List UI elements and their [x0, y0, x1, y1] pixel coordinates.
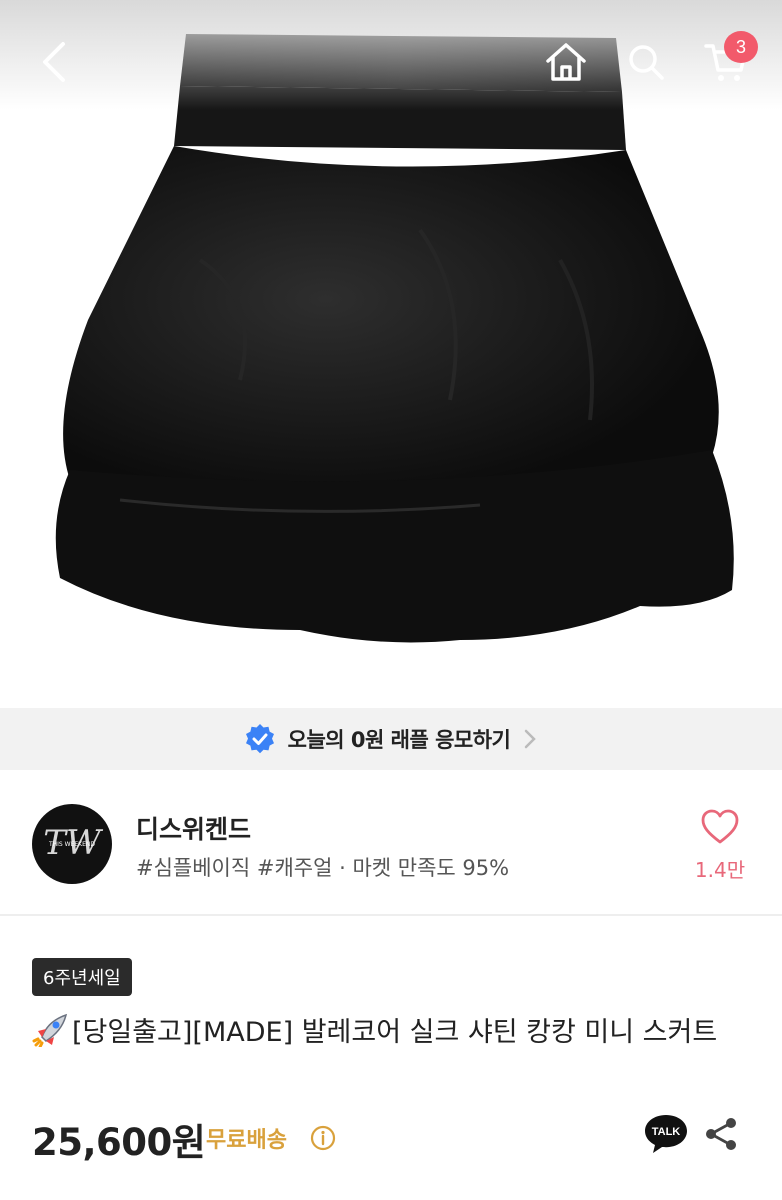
raffle-text: 오늘의 0원 래플 응모하기	[287, 728, 511, 752]
info-icon[interactable]	[310, 1125, 336, 1151]
store-name[interactable]: 디스위켄드	[136, 810, 251, 846]
product-title: [당일출고][MADE] 발레코어 실크 샤틴 캉캉 미니 스커트	[32, 1012, 752, 1054]
like-count: 1.4만	[694, 858, 746, 882]
pagination-dot	[409, 653, 419, 662]
verified-check-icon	[245, 724, 274, 754]
image-pagination	[0, 653, 782, 662]
store-info: TW THIS WEEKEND 디스위켄드 #심플베이직 #캐주얼 · 마켓 만…	[0, 770, 782, 916]
store-logo-text: THIS WEEKEND	[48, 841, 95, 848]
search-icon[interactable]	[622, 38, 670, 86]
chevron-left-icon[interactable]	[30, 38, 78, 86]
heart-icon[interactable]	[700, 808, 740, 846]
store-logo[interactable]: TW THIS WEEKEND	[32, 804, 112, 884]
product-image[interactable]: 3	[0, 0, 782, 708]
store-tags: #심플베이직 #캐주얼 · 마켓 만족도 95%	[136, 856, 510, 880]
home-icon[interactable]	[540, 38, 592, 86]
pagination-dot	[386, 653, 396, 662]
kakao-talk-icon[interactable]: TALK	[642, 1112, 690, 1156]
rocket-icon	[32, 1013, 68, 1047]
raffle-banner[interactable]: 오늘의 0원 래플 응모하기	[0, 708, 782, 770]
product-title-text: [당일출고][MADE] 발레코어 실크 샤틴 캉캉 미니 스커트	[72, 1017, 718, 1048]
share-icon[interactable]	[704, 1116, 738, 1152]
kakao-talk-label: TALK	[652, 1126, 681, 1138]
chevron-right-icon	[525, 729, 537, 749]
sale-badge: 6주년세일	[32, 958, 132, 996]
free-shipping-label: 무료배송	[206, 1128, 287, 1153]
cart-count-badge: 3	[724, 31, 758, 63]
product-price: 25,600원	[32, 1121, 206, 1164]
pagination-dot	[363, 653, 373, 662]
